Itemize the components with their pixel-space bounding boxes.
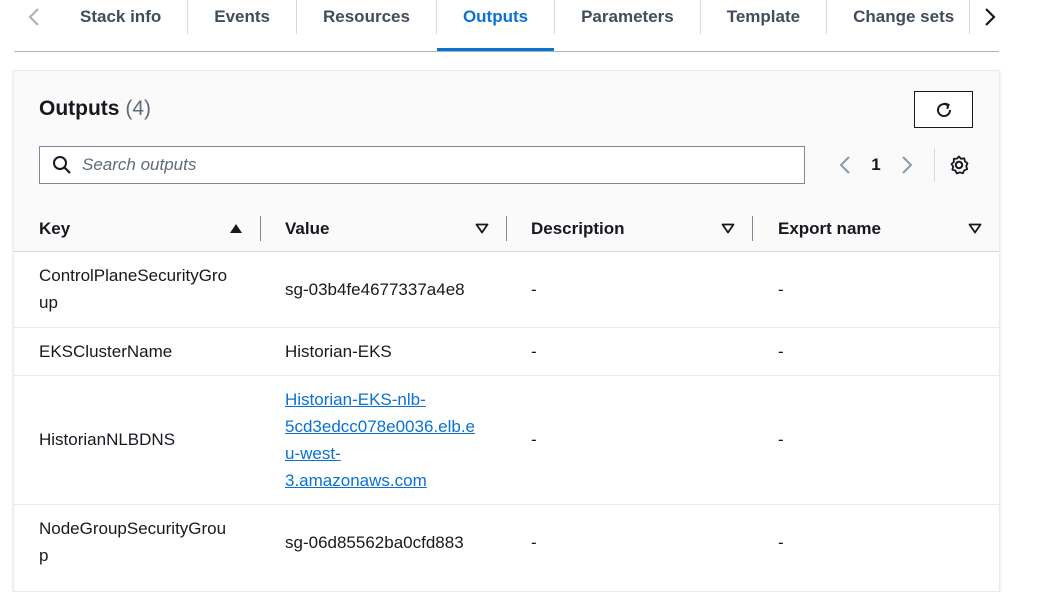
cell-export-name: - [778, 342, 784, 361]
column-label: Key [39, 218, 71, 238]
panel-title-text: Outputs [39, 97, 120, 120]
tab-change-sets[interactable]: Change sets [826, 0, 980, 34]
link-line: Historian-EKS-nlb- [285, 390, 426, 409]
tab-resources[interactable]: Resources [296, 0, 436, 34]
table-row: EKSClusterName Historian-EKS - - [14, 328, 999, 376]
sort-icon [721, 223, 735, 234]
column-label: Value [285, 218, 330, 238]
cell-key: NodeGroupSecurityGrou p [39, 515, 249, 569]
panel-title: Outputs (4) [39, 97, 151, 121]
cell-key: ControlPlaneSecurityGro up [39, 262, 249, 316]
nlb-dns-link[interactable]: Historian-EKS-nlb- 5cd3edcc078e0036.elb.… [285, 386, 475, 494]
cell-export-name: - [778, 533, 784, 552]
column-label: Export name [778, 218, 881, 238]
cell-value: sg-03b4fe4677337a4e8 [285, 276, 465, 303]
column-header-export-name[interactable]: Export name [778, 206, 988, 251]
tabs-scroll-right-button[interactable] [969, 0, 1010, 34]
tab-label: Resources [323, 7, 410, 26]
cell-value: Historian-EKS [285, 338, 392, 365]
cell-description: - [531, 280, 537, 299]
table-row: ControlPlaneSecurityGro up sg-03b4fe4677… [14, 252, 999, 328]
value-text: sg-03b4fe4677337a4e8 [285, 280, 465, 299]
sort-icon [475, 223, 489, 234]
refresh-icon [936, 102, 951, 117]
value-text: sg-06d85562ba0cfd883 [285, 533, 464, 552]
preferences-button[interactable] [948, 154, 970, 176]
chevron-right-icon [985, 8, 996, 26]
tab-label: Stack info [80, 7, 162, 26]
tab-outputs[interactable]: Outputs [435, 0, 555, 51]
tab-template[interactable]: Template [699, 0, 826, 34]
refresh-button[interactable] [914, 91, 973, 128]
sort-icon [968, 223, 982, 234]
column-resizer[interactable] [506, 216, 507, 241]
outputs-panel: Outputs (4) 1 [13, 70, 1000, 592]
tab-parameters[interactable]: Parameters [554, 0, 700, 34]
key-line: NodeGroupSecurityGrou [39, 519, 227, 538]
column-resizer[interactable] [752, 216, 753, 241]
divider [934, 148, 935, 182]
column-resizer[interactable] [260, 216, 261, 241]
column-header-description[interactable]: Description [531, 206, 751, 251]
cell-description: - [531, 342, 537, 361]
table-row: HistorianNLBDNS Historian-EKS-nlb- 5cd3e… [14, 376, 999, 505]
sort-ascending-icon [230, 224, 242, 233]
search-icon [52, 155, 72, 175]
outputs-count: (4) [125, 97, 151, 120]
search-field[interactable] [39, 146, 805, 184]
table-row: NodeGroupSecurityGrou p sg-06d85562ba0cf… [14, 505, 999, 585]
tabs: Stack info Events Resources Outputs Para… [54, 0, 980, 51]
tab-label: Template [726, 7, 801, 26]
value-text: Historian-EKS [285, 342, 392, 361]
current-page-number[interactable]: 1 [856, 155, 896, 175]
cell-description: - [531, 430, 537, 449]
pagination: 1 [834, 151, 918, 179]
tab-events[interactable]: Events [187, 0, 296, 34]
key-line: ControlPlaneSecurityGro [39, 266, 228, 285]
next-page-button[interactable] [896, 151, 918, 179]
tab-label: Events [214, 7, 270, 26]
tab-stack-info[interactable]: Stack info [54, 0, 187, 34]
link-line: 5cd3edcc078e0036.elb.e [285, 417, 475, 436]
cell-value: sg-06d85562ba0cfd883 [285, 529, 464, 556]
tab-bar: Stack info Events Resources Outputs Para… [14, 0, 999, 52]
chevron-left-icon [840, 156, 850, 174]
cell-export-name: - [778, 280, 784, 299]
cell-value: Historian-EKS-nlb- 5cd3edcc078e0036.elb.… [285, 386, 475, 494]
cell-description: - [531, 533, 537, 552]
search-input[interactable] [80, 154, 764, 176]
tab-label: Parameters [581, 7, 674, 26]
key-line: HistorianNLBDNS [39, 430, 176, 449]
key-line: p [39, 546, 49, 565]
previous-page-button[interactable] [834, 151, 856, 179]
tabs-scroll-left-button[interactable] [14, 0, 54, 34]
column-header-key[interactable]: Key [39, 206, 259, 251]
table-header: Key Value Description Export name [14, 206, 999, 252]
tab-label: Outputs [462, 7, 529, 26]
key-line: EKSClusterName [39, 342, 173, 361]
panel-header: Outputs (4) 1 [14, 71, 999, 207]
link-line: 3.amazonaws.com [285, 471, 427, 490]
gear-icon [950, 155, 969, 175]
tab-label: Change sets [853, 7, 955, 26]
column-label: Description [531, 218, 625, 238]
cell-key: HistorianNLBDNS [39, 426, 175, 453]
chevron-right-icon [902, 156, 912, 174]
column-header-value[interactable]: Value [285, 206, 505, 251]
key-line: up [39, 293, 58, 312]
cell-key: EKSClusterName [39, 338, 172, 365]
link-line: u-west- [285, 444, 341, 463]
cell-export-name: - [778, 430, 784, 449]
chevron-left-icon [28, 8, 39, 26]
